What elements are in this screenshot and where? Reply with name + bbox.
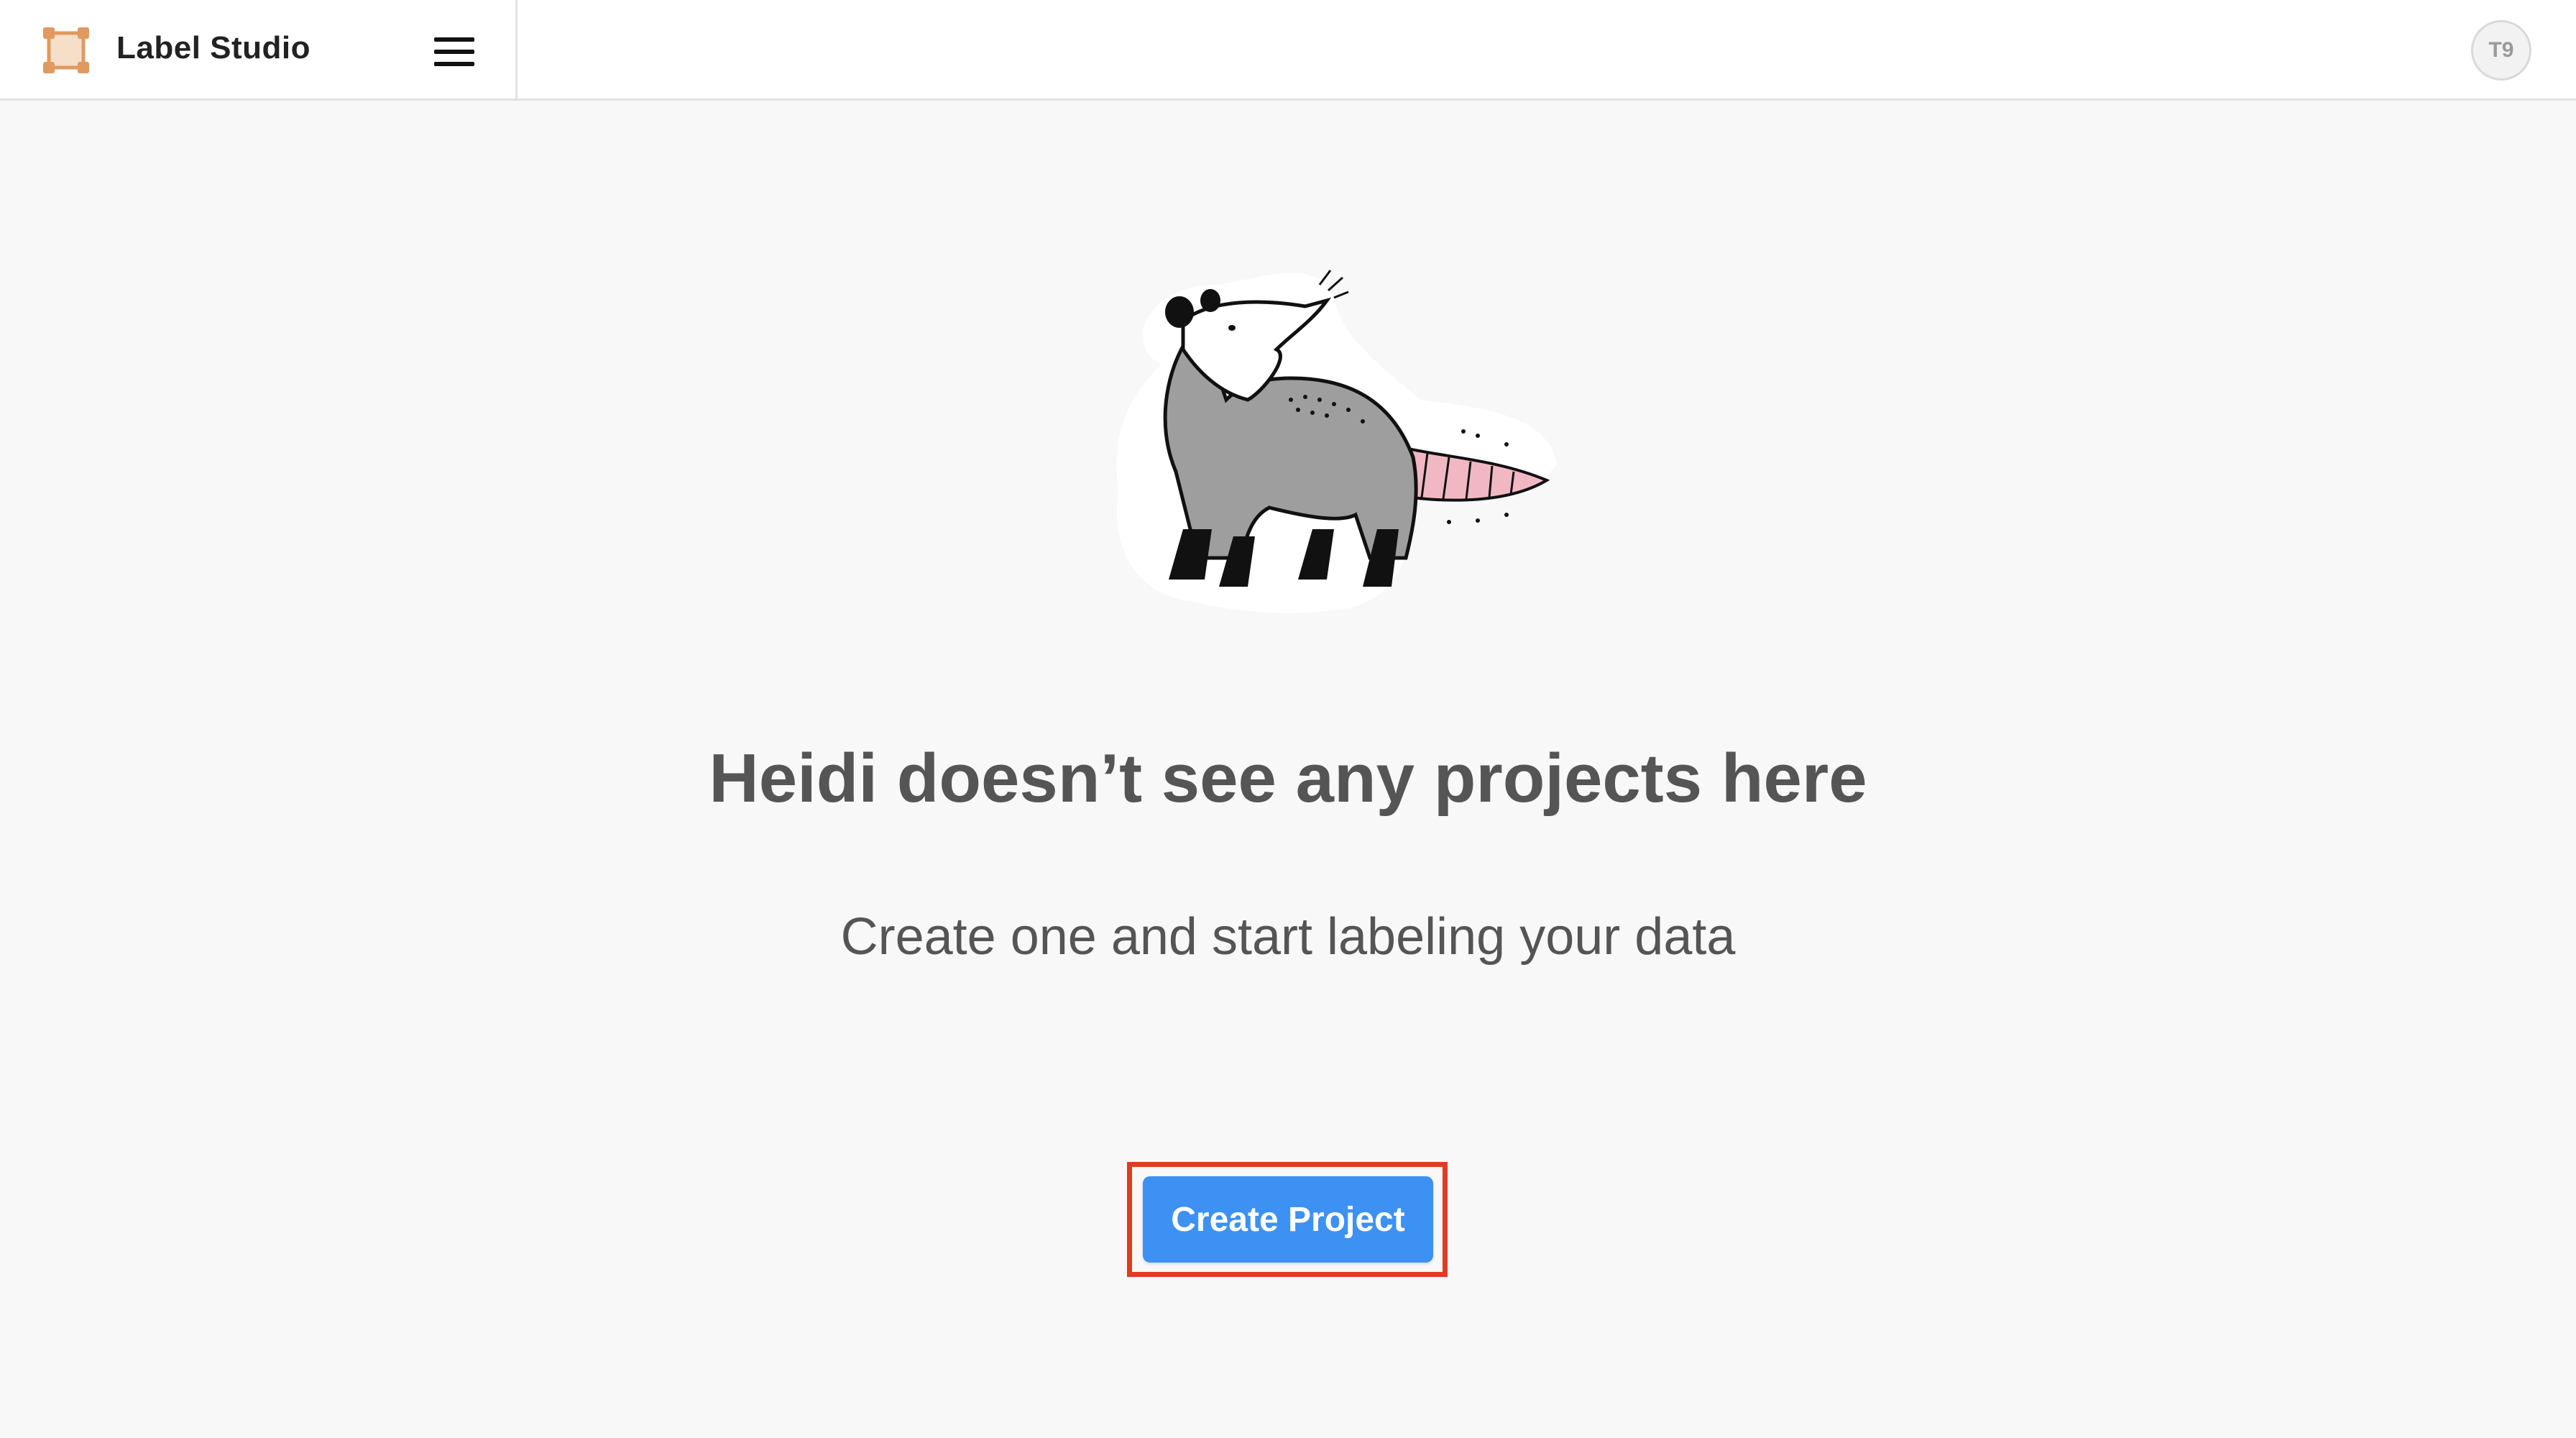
- opossum-illustration: [1116, 270, 1557, 613]
- brand-area: Label Studio: [0, 0, 518, 101]
- hamburger-menu-icon[interactable]: [428, 30, 480, 73]
- label-studio-logo-icon[interactable]: [42, 26, 91, 75]
- top-navigation-bar: Label Studio T9: [0, 0, 2576, 101]
- app-name[interactable]: Label Studio: [116, 30, 310, 66]
- empty-state-subtitle: Create one and start labeling your data: [840, 908, 1736, 966]
- user-avatar[interactable]: T9: [2471, 20, 2531, 81]
- empty-state-title: Heidi doesn’t see any projects here: [709, 740, 1867, 817]
- create-project-button[interactable]: Create Project: [1143, 1176, 1433, 1263]
